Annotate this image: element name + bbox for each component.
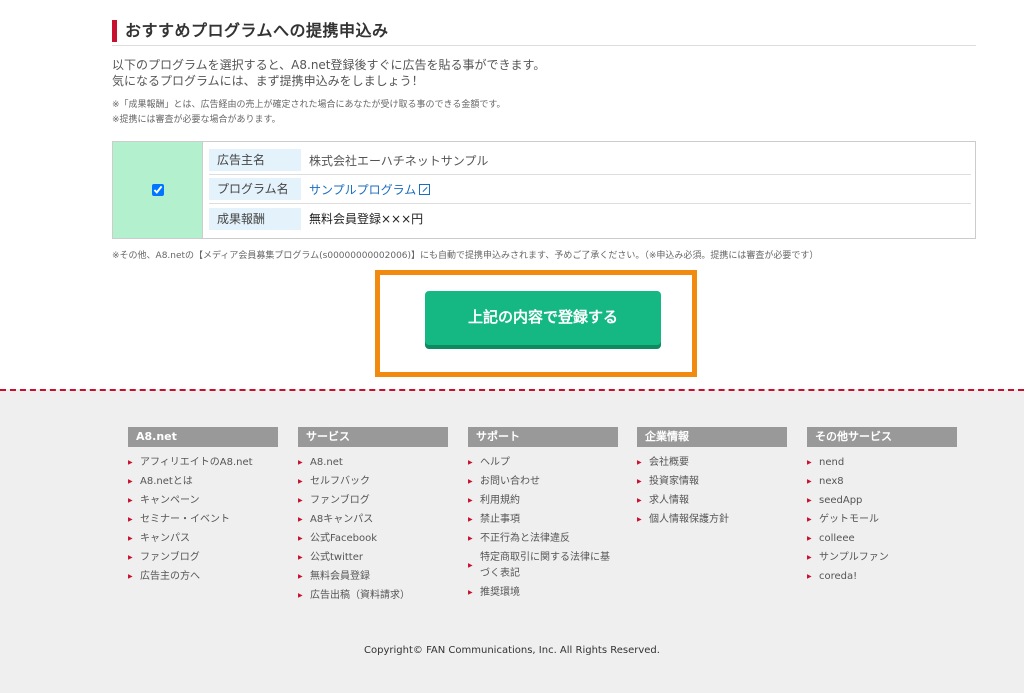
footer-link[interactable]: A8キャンパス <box>298 510 448 529</box>
program-row-reward: 成果報酬 無料会員登録×××円 <box>209 204 971 233</box>
row-label: プログラム名 <box>209 178 301 200</box>
program-details: 広告主名 株式会社エーハチネットサンプル プログラム名 サンプルプログラム 成果… <box>203 142 975 238</box>
footer-col-company: 企業情報 会社概要 投資家情報 求人情報 個人情報保護方針 <box>637 427 787 529</box>
footer-link[interactable]: セミナー・イベント <box>128 510 278 529</box>
footer: A8.net アフィリエイトのA8.net A8.netとは キャンペーン セミ… <box>0 389 1024 693</box>
footer-link[interactable]: セルフバック <box>298 472 448 491</box>
footer-link[interactable]: coreda! <box>807 567 957 586</box>
footer-link[interactable]: 会社概要 <box>637 453 787 472</box>
footer-link[interactable]: キャンパス <box>128 529 278 548</box>
submit-button[interactable]: 上記の内容で登録する <box>425 291 661 345</box>
footer-link[interactable]: アフィリエイトのA8.net <box>128 453 278 472</box>
intro-text: 以下のプログラムを選択すると、A8.net登録後すぐに広告を貼る事ができます。 … <box>112 57 545 89</box>
footer-link[interactable]: ゲットモール <box>807 510 957 529</box>
footer-link[interactable]: 特定商取引に関する法律に基づく表記 <box>468 548 618 583</box>
program-table: 広告主名 株式会社エーハチネットサンプル プログラム名 サンプルプログラム 成果… <box>112 141 976 239</box>
footer-col-service: サービス A8.net セルフバック ファンブログ A8キャンパス 公式Face… <box>298 427 448 605</box>
footer-link[interactable]: colleee <box>807 529 957 548</box>
advertiser-name: 株式会社エーハチネットサンプル <box>309 153 489 168</box>
note-screening: ※提携には審査が必要な場合があります。 <box>112 115 281 125</box>
program-name-link[interactable]: サンプルプログラム <box>301 181 431 198</box>
intro-line-2: 気になるプログラムには、まず提携申込みをしましょう！ <box>112 74 424 88</box>
footer-link[interactable]: 公式twitter <box>298 548 448 567</box>
external-link-icon[interactable] <box>419 183 431 195</box>
footer-link[interactable]: A8.netとは <box>128 472 278 491</box>
footer-link[interactable]: A8.net <box>298 453 448 472</box>
footer-link[interactable]: nend <box>807 453 957 472</box>
footer-col-head: その他サービス <box>807 427 957 447</box>
footer-link[interactable]: ファンブログ <box>128 548 278 567</box>
footer-link[interactable]: nex8 <box>807 472 957 491</box>
footer-link[interactable]: 広告出稿（資料請求） <box>298 586 448 605</box>
footer-link[interactable]: 推奨環境 <box>468 583 618 602</box>
footer-link[interactable]: キャンペーン <box>128 491 278 510</box>
footer-link[interactable]: サンプルファン <box>807 548 957 567</box>
section-header: おすすめプログラムへの提携申込み <box>112 18 976 46</box>
row-label: 広告主名 <box>209 149 301 171</box>
notes: ※「成果報酬」とは、広告経由の売上が確定された場合にあなたが受け取る事のできる金… <box>112 98 505 128</box>
intro-line-1: 以下のプログラムを選択すると、A8.net登録後すぐに広告を貼る事ができます。 <box>112 58 546 72</box>
footer-col-support: サポート ヘルプ お問い合わせ 利用規約 禁止事項 不正行為と法律違反 特定商取… <box>468 427 618 602</box>
footer-col-other: その他サービス nend nex8 seedApp ゲットモール colleee… <box>807 427 957 586</box>
program-name-text[interactable]: サンプルプログラム <box>309 183 416 197</box>
reward-value: 無料会員登録×××円 <box>309 212 424 226</box>
footer-col-head: A8.net <box>128 427 278 447</box>
footer-col-head: サポート <box>468 427 618 447</box>
section-title: おすすめプログラムへの提携申込み <box>125 21 389 40</box>
footer-link[interactable]: 広告主の方へ <box>128 567 278 586</box>
footer-link[interactable]: 公式Facebook <box>298 529 448 548</box>
footer-link[interactable]: 求人情報 <box>637 491 787 510</box>
footer-link[interactable]: 投資家情報 <box>637 472 787 491</box>
title-accent-bar <box>112 20 117 42</box>
footer-link[interactable]: お問い合わせ <box>468 472 618 491</box>
program-select-cell[interactable] <box>113 142 203 238</box>
program-row-name: プログラム名 サンプルプログラム <box>209 175 971 204</box>
note-reward: ※「成果報酬」とは、広告経由の売上が確定された場合にあなたが受け取る事のできる金… <box>112 100 506 110</box>
footer-col-head: 企業情報 <box>637 427 787 447</box>
footer-link[interactable]: 利用規約 <box>468 491 618 510</box>
program-checkbox[interactable] <box>151 184 164 196</box>
footer-link[interactable]: 個人情報保護方針 <box>637 510 787 529</box>
footer-link[interactable]: 不正行為と法律違反 <box>468 529 618 548</box>
row-label: 成果報酬 <box>209 207 301 230</box>
footer-link[interactable]: seedApp <box>807 491 957 510</box>
footer-link[interactable]: ファンブログ <box>298 491 448 510</box>
footer-col-head: サービス <box>298 427 448 447</box>
footer-link[interactable]: ヘルプ <box>468 453 618 472</box>
copyright: Copyright© FAN Communications, Inc. All … <box>364 645 660 656</box>
auto-apply-note: ※その他、A8.netの【メディア会員募集プログラム(s000000000020… <box>112 251 819 261</box>
footer-col-a8net: A8.net アフィリエイトのA8.net A8.netとは キャンペーン セミ… <box>128 427 278 586</box>
program-row-advertiser: 広告主名 株式会社エーハチネットサンプル <box>209 146 971 175</box>
footer-link[interactable]: 禁止事項 <box>468 510 618 529</box>
main-content: おすすめプログラムへの提携申込み 以下のプログラムを選択すると、A8.net登録… <box>0 0 1024 389</box>
footer-link[interactable]: 無料会員登録 <box>298 567 448 586</box>
